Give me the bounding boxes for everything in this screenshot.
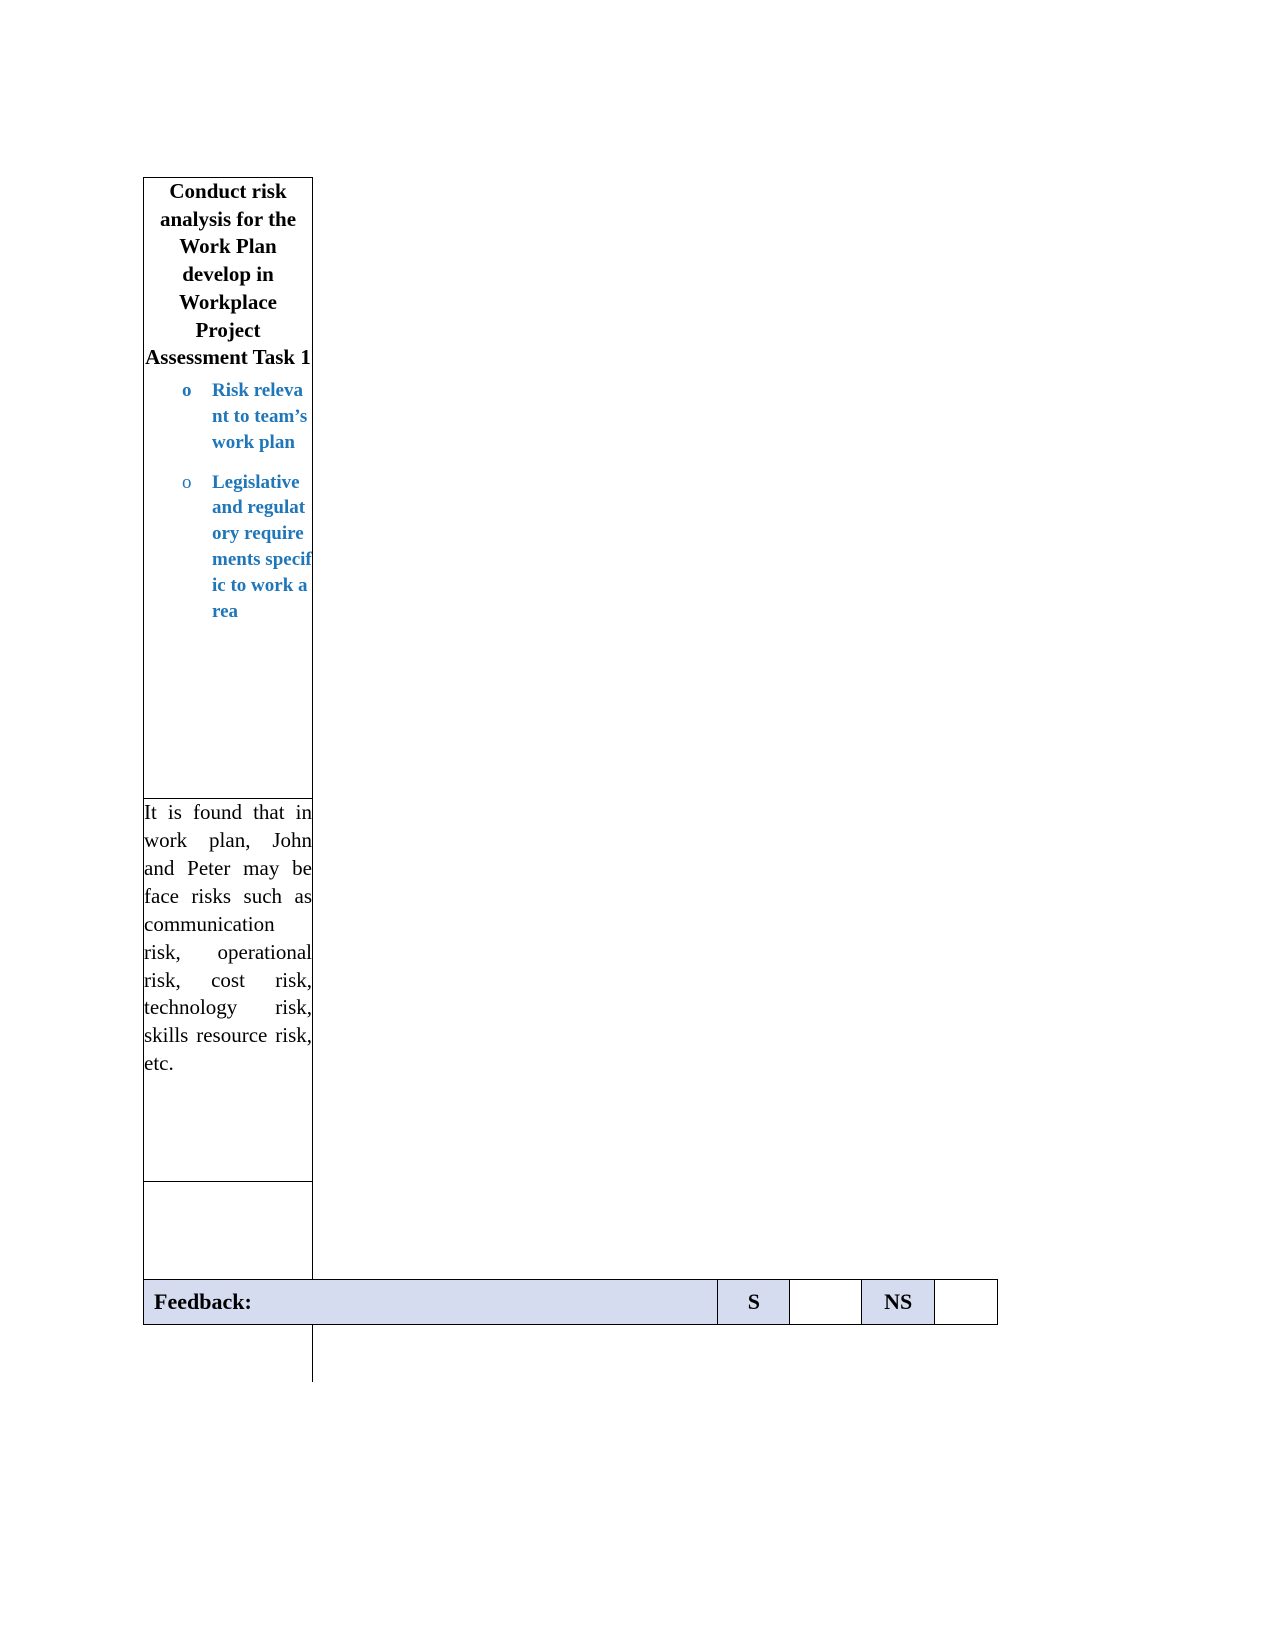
response-cell: It is found that in work plan, John and … [143, 798, 313, 1182]
assessment-table: Conduct risk analysis for the Work Plan … [143, 177, 313, 1281]
not-satisfactory-checkbox-cell[interactable] [933, 1279, 998, 1325]
feedback-row: Feedback: S NS [143, 1279, 998, 1325]
table-row-heading: Conduct risk analysis for the Work Plan … [143, 177, 313, 799]
list-item: o Legislative and regulatory requirement… [144, 470, 312, 625]
list-item: o Risk relevant to team’s work plan [144, 378, 312, 455]
list-item-label: Risk relevant to team’s work plan [212, 380, 308, 453]
column-divider-lower [311, 1325, 314, 1382]
feedback-label: Feedback: [143, 1279, 719, 1325]
heading-cell: Conduct risk analysis for the Work Plan … [143, 177, 313, 799]
bullet-marker-icon: o [182, 380, 192, 402]
bullet-marker-icon: o [182, 471, 192, 493]
list-item-label: Legislative and regulatory requirements … [212, 471, 312, 622]
satisfactory-label: S [717, 1279, 791, 1325]
table-row-bottom [143, 1181, 313, 1281]
criteria-list: o Risk relevant to team’s work plan o Le… [144, 378, 312, 624]
satisfactory-checkbox-cell[interactable] [788, 1279, 863, 1325]
response-text: It is found that in work plan, John and … [144, 800, 312, 1076]
table-row-response: It is found that in work plan, John and … [143, 798, 313, 1182]
page-canvas: Conduct risk analysis for the Work Plan … [0, 0, 1275, 1651]
bottom-empty-cell[interactable] [143, 1181, 313, 1281]
not-satisfactory-label: NS [861, 1279, 936, 1325]
page-title: Conduct risk analysis for the Work Plan … [145, 179, 311, 370]
